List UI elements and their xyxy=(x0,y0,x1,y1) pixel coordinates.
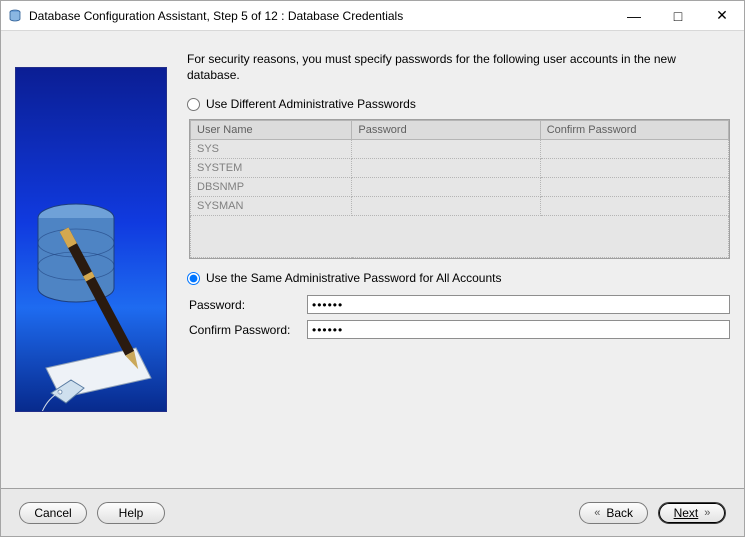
user-password-table: User Name Password Confirm Password SYS xyxy=(189,119,730,259)
cell-user: SYSTEM xyxy=(191,159,352,178)
back-button[interactable]: « Back xyxy=(579,502,648,524)
col-header-user: User Name xyxy=(191,121,352,140)
chevron-left-icon: « xyxy=(594,507,600,519)
cell-confirm[interactable] xyxy=(540,197,728,216)
table-row: SYSMAN xyxy=(191,197,729,216)
cell-user: SYS xyxy=(191,140,352,159)
chevron-right-icon: » xyxy=(704,507,710,519)
close-button[interactable]: ✕ xyxy=(700,1,744,30)
instruction-text: For security reasons, you must specify p… xyxy=(187,51,730,83)
main-panel: For security reasons, you must specify p… xyxy=(187,49,730,480)
option-different-row: Use Different Administrative Passwords xyxy=(187,97,730,111)
confirm-password-input[interactable] xyxy=(307,320,730,339)
maximize-button[interactable]: □ xyxy=(656,1,700,30)
table-row: SYS xyxy=(191,140,729,159)
col-header-password: Password xyxy=(352,121,540,140)
confirm-password-row: Confirm Password: xyxy=(189,320,730,339)
radio-same-label: Use the Same Administrative Password for… xyxy=(206,271,501,285)
cell-user: DBSNMP xyxy=(191,178,352,197)
radio-different-passwords[interactable] xyxy=(187,98,200,111)
app-icon xyxy=(7,8,23,24)
next-button[interactable]: Next » xyxy=(658,502,726,524)
wizard-side-image xyxy=(15,67,167,412)
help-button[interactable]: Help xyxy=(97,502,165,524)
same-password-block: Password: Confirm Password: xyxy=(189,289,730,345)
wizard-window: Database Configuration Assistant, Step 5… xyxy=(0,0,745,537)
next-button-label: Next xyxy=(674,506,699,520)
cell-password[interactable] xyxy=(352,178,540,197)
table-row: DBSNMP xyxy=(191,178,729,197)
password-row: Password: xyxy=(189,295,730,314)
window-title: Database Configuration Assistant, Step 5… xyxy=(29,9,612,23)
table-row: SYSTEM xyxy=(191,159,729,178)
cell-password[interactable] xyxy=(352,197,540,216)
cancel-button-label: Cancel xyxy=(34,506,71,520)
radio-different-label: Use Different Administrative Passwords xyxy=(206,97,416,111)
password-label: Password: xyxy=(189,298,307,312)
cell-confirm[interactable] xyxy=(540,140,728,159)
cancel-button[interactable]: Cancel xyxy=(19,502,87,524)
back-button-label: Back xyxy=(606,506,633,520)
help-button-label: Help xyxy=(119,506,144,520)
titlebar: Database Configuration Assistant, Step 5… xyxy=(1,1,744,31)
table-filler xyxy=(191,216,729,258)
cell-confirm[interactable] xyxy=(540,159,728,178)
cell-password[interactable] xyxy=(352,140,540,159)
password-input[interactable] xyxy=(307,295,730,314)
col-header-confirm: Confirm Password xyxy=(540,121,728,140)
window-buttons: — □ ✕ xyxy=(612,1,744,30)
confirm-password-label: Confirm Password: xyxy=(189,323,307,337)
minimize-button[interactable]: — xyxy=(612,1,656,30)
cell-confirm[interactable] xyxy=(540,178,728,197)
content-area: For security reasons, you must specify p… xyxy=(1,31,744,488)
cell-user: SYSMAN xyxy=(191,197,352,216)
radio-same-password[interactable] xyxy=(187,272,200,285)
cell-password[interactable] xyxy=(352,159,540,178)
option-same-row: Use the Same Administrative Password for… xyxy=(187,271,730,285)
footer-bar: Cancel Help « Back Next » xyxy=(1,488,744,536)
